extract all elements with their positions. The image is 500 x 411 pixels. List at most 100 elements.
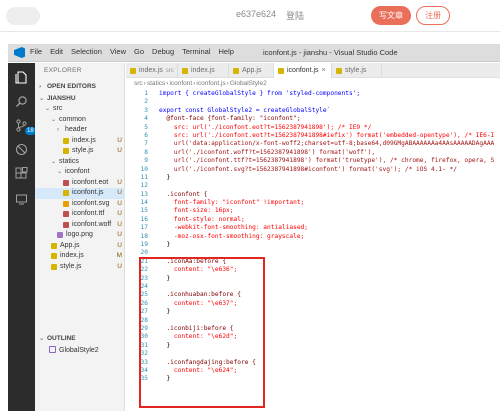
- web-header: e637e624 登陆 写文章 注册: [0, 0, 500, 32]
- breadcrumb-item[interactable]: iconfont.js: [196, 80, 225, 87]
- project-section[interactable]: ⌄ JIANSHU: [35, 93, 125, 104]
- tree-item[interactable]: App.js U: [35, 241, 125, 252]
- outline-section[interactable]: ⌄ OUTLINE: [35, 333, 125, 344]
- breadcrumb-item[interactable]: statics: [147, 80, 165, 87]
- js-file-icon: [278, 68, 284, 74]
- chevron-down-icon: ⌄: [39, 335, 45, 342]
- menu-item-view[interactable]: View: [110, 47, 126, 56]
- code-line[interactable]: export const GlobalStyle2 = createGlobal…: [159, 107, 500, 115]
- code-line[interactable]: -webkit-font-smoothing: antialiased;: [159, 224, 500, 232]
- line-number: 15: [140, 207, 148, 215]
- tab-index-js[interactable]: index.js: [178, 63, 229, 78]
- tree-item[interactable]: ⌄ statics: [35, 157, 125, 168]
- code-line[interactable]: -moz-osx-font-smoothing: grayscale;: [159, 233, 500, 241]
- activity-bar: 18: [8, 63, 36, 411]
- line-number: 8: [144, 148, 148, 156]
- open-editors-section[interactable]: › OPEN EDITORS: [35, 81, 125, 92]
- tree-item-label: logo.png: [66, 231, 93, 238]
- write-article-button[interactable]: 写文章: [371, 6, 411, 25]
- window-title: iconfont.js - jianshu - Visual Studio Co…: [263, 48, 398, 57]
- code-line[interactable]: [159, 98, 500, 106]
- explorer-icon[interactable]: [13, 69, 30, 86]
- git-status-badge: U: [117, 147, 122, 154]
- code-line[interactable]: src: url('./iconfont.eot?t=1562387941898…: [159, 132, 500, 140]
- tree-item[interactable]: index.js U: [35, 136, 125, 147]
- close-icon[interactable]: ×: [322, 67, 326, 74]
- menu-item-edit[interactable]: Edit: [50, 47, 63, 56]
- tab-label: style.js: [345, 67, 367, 74]
- code-line[interactable]: import { createGlobalStyle } from 'style…: [159, 90, 500, 98]
- git-status-badge: U: [117, 210, 122, 217]
- tree-item[interactable]: iconfont.ttf U: [35, 209, 125, 220]
- tree-item[interactable]: iconfont.eot U: [35, 178, 125, 189]
- js-file-icon: [336, 68, 342, 74]
- line-number: 1: [144, 90, 148, 97]
- tree-item[interactable]: iconfont.svg U: [35, 199, 125, 210]
- git-status-badge: U: [117, 231, 122, 238]
- tree-item[interactable]: iconfont.woff U: [35, 220, 125, 231]
- tree-item[interactable]: logo.png U: [35, 230, 125, 241]
- chevron-down-icon: ⌄: [51, 116, 57, 123]
- register-button[interactable]: 注册: [416, 6, 450, 25]
- menu-item-debug[interactable]: Debug: [152, 47, 174, 56]
- tree-item[interactable]: style.js U: [35, 262, 125, 273]
- tab-style-js[interactable]: style.js: [332, 63, 382, 78]
- git-status-badge: U: [117, 136, 122, 144]
- extensions-icon[interactable]: [13, 165, 30, 182]
- menu-bar: File Edit Selection View Go Debug Terminal Help: [30, 47, 234, 56]
- menu-item-terminal[interactable]: Terminal: [182, 47, 210, 56]
- tree-item[interactable]: ⌄ common: [35, 115, 125, 126]
- editor-tabs: index.js src index.js App.js iconfont.js × sty…: [126, 63, 500, 78]
- font-file-icon: [63, 221, 69, 228]
- tab-App-js[interactable]: App.js: [229, 63, 274, 78]
- menu-item-go[interactable]: Go: [134, 47, 144, 56]
- tab-label: iconfont.js: [287, 67, 319, 74]
- tab-iconfont-js[interactable]: iconfont.js ×: [274, 63, 332, 78]
- remote-icon[interactable]: [13, 191, 30, 208]
- code-line[interactable]: url('./iconfont.ttf?t=1562387941898') fo…: [159, 157, 500, 165]
- tree-item[interactable]: style.js U: [35, 146, 125, 157]
- code-line[interactable]: url('./iconfont.woff?t=1562387941898') f…: [159, 149, 500, 157]
- code-line[interactable]: url('./iconfont.svg?t=1562387941898#icon…: [159, 166, 500, 174]
- chevron-right-icon: ›: [57, 127, 59, 133]
- code-line[interactable]: }: [159, 241, 500, 249]
- breadcrumb-item[interactable]: src: [134, 80, 143, 87]
- code-line[interactable]: font-style: normal;: [159, 216, 500, 224]
- code-line[interactable]: [159, 182, 500, 190]
- tab-index-js[interactable]: index.js src: [126, 63, 178, 78]
- breadcrumb-item[interactable]: iconfont: [169, 80, 192, 87]
- explorer-sidebar: EXPLORER › OPEN EDITORS ⌄ JIANSHU ⌄ src ⌄ com…: [35, 63, 125, 411]
- search-box[interactable]: [6, 7, 40, 25]
- tree-item-label: App.js: [60, 241, 80, 249]
- breadcrumb-item[interactable]: GlobalStyle2: [230, 80, 267, 87]
- tree-item[interactable]: index.js M: [35, 251, 125, 262]
- code-line[interactable]: }: [159, 174, 500, 182]
- tree-item[interactable]: ⌄ src: [35, 104, 125, 115]
- outline-item[interactable]: GlobalStyle2: [49, 346, 99, 354]
- img-file-icon: [57, 232, 63, 238]
- username-label[interactable]: e637e624: [236, 9, 276, 19]
- code-line[interactable]: url('data:application/x-font-woff2;chars…: [159, 140, 500, 148]
- login-link[interactable]: 登陆: [286, 9, 304, 22]
- debug-icon[interactable]: [13, 141, 30, 158]
- line-number: 3: [144, 106, 148, 114]
- menu-item-selection[interactable]: Selection: [71, 47, 102, 56]
- tree-item[interactable]: ⌄ iconfont: [35, 167, 125, 178]
- tree-item[interactable]: iconfont.js U: [35, 188, 125, 199]
- code-line[interactable]: src: url('./iconfont.eot?t=1562387941898…: [159, 124, 500, 132]
- menu-item-help[interactable]: Help: [218, 47, 233, 56]
- code-line[interactable]: .iconfont {: [159, 191, 500, 199]
- search-icon[interactable]: [13, 93, 30, 110]
- tree-item-label: header: [65, 126, 87, 133]
- tree-item-label: iconfont.eot: [72, 178, 109, 186]
- tree-item[interactable]: › header: [35, 125, 125, 136]
- menu-item-file[interactable]: File: [30, 47, 42, 56]
- code-line[interactable]: font-family: "iconfont" !important;: [159, 199, 500, 207]
- source-control-icon[interactable]: 18: [13, 117, 36, 135]
- line-number: 4: [144, 115, 148, 123]
- tree-item-label: iconfont.ttf: [72, 210, 105, 217]
- chevron-down-icon: ⌄: [45, 106, 51, 112]
- code-line[interactable]: @font-face {font-family: "iconfont";: [159, 115, 500, 123]
- tree-item-label: iconfont.svg: [72, 199, 110, 207]
- code-line[interactable]: font-size: 16px;: [159, 207, 500, 215]
